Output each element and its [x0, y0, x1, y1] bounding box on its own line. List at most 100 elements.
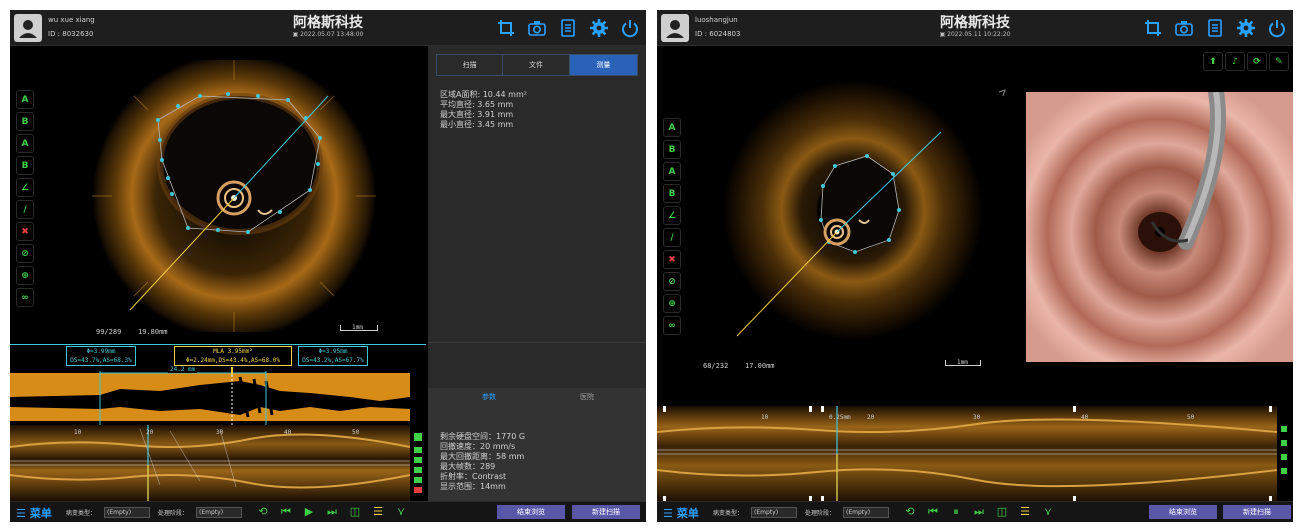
- tick-label: 20: [867, 414, 875, 421]
- wrench-icon[interactable]: ✎: [1269, 52, 1289, 71]
- zoom-icon[interactable]: ⊕: [663, 294, 681, 313]
- crop-icon[interactable]: [496, 18, 516, 38]
- end-browse-button[interactable]: 结束浏览: [1149, 505, 1217, 519]
- system-params: 剩余硬盘空间：1770 G 回撤速度：20 mm/s 最大回撤距离：58 mm …: [440, 432, 525, 492]
- lesion-type-select[interactable]: (Empty): [751, 507, 797, 518]
- previous-icon[interactable]: ⏮: [926, 505, 940, 519]
- next-icon[interactable]: ⏭: [972, 505, 986, 519]
- datetime-text: 2022.05.07 13:48:00: [300, 31, 364, 38]
- bell-icon[interactable]: ♪: [1225, 52, 1245, 71]
- camera-icon[interactable]: [527, 18, 547, 38]
- mean-diameter-line: 平均直径: 3.65 mm: [440, 100, 514, 109]
- tick-label: 30: [216, 429, 224, 436]
- gear-icon[interactable]: [589, 18, 609, 38]
- tab-file[interactable]: 文件: [503, 55, 570, 75]
- depth-readout: 19.80mm: [138, 328, 168, 336]
- oct-cross-section[interactable]: [703, 70, 1013, 360]
- callout-right-line: Φ=3.95mm: [318, 348, 348, 355]
- tab-scan[interactable]: 扫描: [437, 55, 504, 75]
- length-readout: 24.2 mm: [168, 366, 198, 373]
- header: wu xue xiang ID : 8032630 阿格斯科技 ▣ 2022.0…: [10, 10, 646, 46]
- hide-icon[interactable]: ⊘: [663, 272, 681, 291]
- tool-a-point-icon[interactable]: A: [16, 134, 34, 153]
- previous-icon[interactable]: ⏮: [279, 505, 293, 519]
- callout-right-line: DS=43.2%,AS=67.7%: [302, 357, 364, 364]
- tick-label: 30: [973, 414, 981, 421]
- tick-label: 40: [284, 429, 292, 436]
- play-icon[interactable]: ▶: [302, 505, 316, 519]
- angle-icon[interactable]: ∠: [663, 206, 681, 225]
- callout-mla-line: MLA 3.95mm²: [213, 348, 253, 355]
- link-icon[interactable]: ∞: [16, 288, 34, 307]
- max-diameter-line: 最大直径: 3.91 mm: [440, 110, 514, 119]
- angle-icon[interactable]: ∠: [16, 178, 34, 197]
- menu-button[interactable]: ☰ 菜单: [663, 505, 699, 521]
- measure-toolbar: A B A B ∠ ∕ ✖ ⊘ ⊕ ∞: [663, 118, 681, 335]
- view-toolbar: ⬆ ♪ ⟳ ✎: [1203, 52, 1289, 71]
- link-icon[interactable]: ∞: [663, 316, 681, 335]
- callout-right: Φ=3.95mm DS=43.2%,AS=67.7%: [298, 346, 368, 366]
- tool-b-circle-icon[interactable]: B: [663, 140, 681, 159]
- lesion-type-select[interactable]: (Empty): [104, 507, 150, 518]
- document-icon[interactable]: [1205, 18, 1225, 38]
- tool-b-point-icon[interactable]: B: [663, 184, 681, 203]
- document-icon[interactable]: [558, 18, 578, 38]
- header-toolbar: [1143, 18, 1287, 38]
- delete-icon[interactable]: ✖: [16, 222, 34, 241]
- up-arrow-icon[interactable]: ⬆: [1203, 52, 1223, 71]
- crop-icon[interactable]: [1143, 18, 1163, 38]
- new-scan-button[interactable]: 新建扫描: [572, 505, 640, 519]
- pause-icon[interactable]: ⏸: [949, 505, 963, 519]
- stage-label: 处理阶段：: [805, 510, 836, 517]
- rotate-icon[interactable]: ⟳: [1247, 52, 1267, 71]
- lumen-profile[interactable]: [10, 367, 426, 425]
- delete-icon[interactable]: ✖: [663, 250, 681, 269]
- view-3d-icon[interactable]: ◫: [348, 505, 362, 519]
- tab-measure[interactable]: 测量: [569, 55, 637, 75]
- replay-icon[interactable]: ⟲: [256, 505, 270, 519]
- new-scan-button[interactable]: 新建扫描: [1223, 505, 1291, 519]
- tool-a-point-icon[interactable]: A: [663, 162, 681, 181]
- branch-icon[interactable]: ⋎: [394, 505, 408, 519]
- layout-icon[interactable]: ☰: [1018, 505, 1032, 519]
- tool-a-circle-icon[interactable]: A: [663, 118, 681, 137]
- tool-b-circle-icon[interactable]: B: [16, 112, 34, 131]
- view-3d-icon[interactable]: ◫: [995, 505, 1009, 519]
- lumen-3d-view[interactable]: [1026, 92, 1293, 362]
- hide-icon[interactable]: ⊘: [16, 244, 34, 263]
- stage-select[interactable]: (Empty): [196, 507, 242, 518]
- next-icon[interactable]: ⏭: [325, 505, 339, 519]
- right-panel: 扫描 文件 测量 区域A面积: 10.44 mm² 平均直径: 3.65 mm …: [428, 46, 646, 501]
- camera-icon[interactable]: [1174, 18, 1194, 38]
- tab-hospital[interactable]: 医院: [580, 392, 594, 402]
- menu-icon: ☰: [663, 506, 673, 520]
- callout-left-line: DS=43.7%,AS=68.3%: [70, 357, 132, 364]
- header-toolbar: [496, 18, 640, 38]
- datetime-text: 2022.05.11 10:22:20: [947, 31, 1011, 38]
- replay-icon[interactable]: ⟲: [903, 505, 917, 519]
- power-icon[interactable]: [1267, 18, 1287, 38]
- tool-b-point-icon[interactable]: B: [16, 156, 34, 175]
- line-icon[interactable]: ∕: [663, 228, 681, 247]
- divider: [428, 342, 646, 343]
- stage-select[interactable]: (Empty): [843, 507, 889, 518]
- gear-icon[interactable]: [1236, 18, 1256, 38]
- callout-mla-line: Φ=2.24mm,DS=43.4%,AS=68.0%: [186, 357, 280, 364]
- tool-a-circle-icon[interactable]: A: [16, 90, 34, 109]
- measure-toolbar: A B A B ∠ ∕ ✖ ⊘ ⊕ ∞: [16, 90, 34, 307]
- oct-cross-section[interactable]: [88, 60, 380, 332]
- tab-params[interactable]: 参数: [482, 392, 496, 402]
- end-browse-button[interactable]: 结束浏览: [497, 505, 565, 519]
- branch-icon[interactable]: ⋎: [1041, 505, 1055, 519]
- profile-top-line: [10, 344, 426, 345]
- lesion-type-label: 病变类型：: [713, 510, 744, 517]
- menu-label: 菜单: [676, 507, 699, 520]
- menu-button[interactable]: ☰ 菜单: [16, 505, 52, 521]
- zoom-icon[interactable]: ⊕: [16, 266, 34, 285]
- header: luoshangjun ID : 6024803 阿格斯科技 ▣ 2022.05…: [657, 10, 1293, 46]
- line-icon[interactable]: ∕: [16, 200, 34, 219]
- layout-icon[interactable]: ☰: [371, 505, 385, 519]
- menu-icon: ☰: [16, 506, 26, 520]
- playback-controls: ⟲ ⏮ ⏸ ⏭ ◫ ☰ ⋎: [903, 505, 1055, 519]
- power-icon[interactable]: [620, 18, 640, 38]
